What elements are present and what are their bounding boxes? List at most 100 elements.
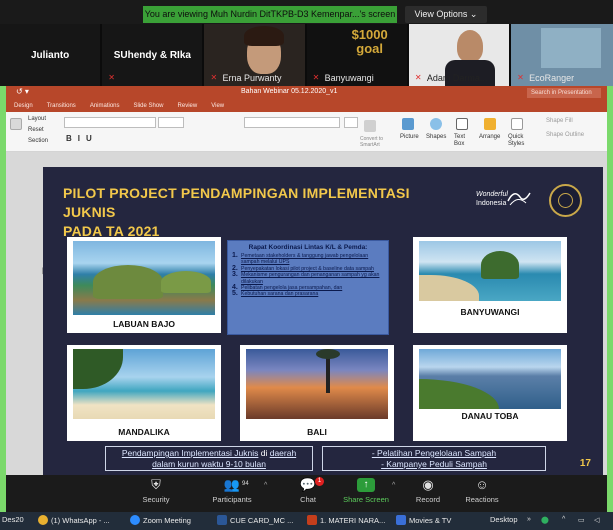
participant-name: SUhendy & RIka xyxy=(113,50,191,61)
smiley-icon: ☺ xyxy=(475,477,489,492)
shapes-icon[interactable] xyxy=(430,118,442,130)
photo-card-bali: BALI xyxy=(240,345,394,441)
tab-animations[interactable]: Animations xyxy=(90,100,120,112)
muted-mic-icon: ✕ xyxy=(210,73,218,82)
participant-hair xyxy=(244,26,285,46)
coordination-title: Rapat Koordinasi Lintas K/L & Pemda: xyxy=(248,244,368,251)
picture-button[interactable]: Picture xyxy=(400,134,419,140)
photo-card-labuan-bajo: LABUAN BAJO xyxy=(67,237,221,333)
network-icon[interactable]: ▭ xyxy=(578,516,585,524)
view-options-button[interactable]: View Options ⌄ xyxy=(405,6,487,23)
coordination-box: Rapat Koordinasi Lintas K/L & Pemda: 1. P… xyxy=(227,240,389,335)
slide[interactable]: PILOT PROJECT PENDAMPINGAN IMPLEMENTASI … xyxy=(43,167,603,475)
convert-smartart-button[interactable]: Convert to SmartArt xyxy=(360,136,396,148)
new-slide-icon[interactable] xyxy=(10,118,22,130)
chat-bubble-icon: 💬 xyxy=(299,477,317,492)
participants-caret-icon[interactable]: ^ xyxy=(264,482,267,489)
participants-button[interactable]: 👥 Participants xyxy=(202,477,262,505)
coordination-item: 3. Mekanisme pengurangan dan penanganan s… xyxy=(232,271,380,285)
text-direction-controls[interactable] xyxy=(344,117,358,128)
share-screen-button[interactable]: ↑ Share Screen xyxy=(336,478,396,504)
tab-transitions[interactable]: Transitions xyxy=(47,100,76,112)
labuan-bajo-photo xyxy=(73,241,215,315)
paragraph-controls[interactable] xyxy=(244,117,340,128)
coordination-item: 5. Kebutuhan sarana dan prasarana xyxy=(232,290,319,298)
desktop-toolbar[interactable]: Desktop xyxy=(490,515,518,524)
tab-view[interactable]: View xyxy=(211,100,224,112)
share-screen-icon: ↑ xyxy=(357,478,375,492)
participant-tile[interactable]: ✕ EcoRanger xyxy=(511,24,613,86)
font-size-select[interactable] xyxy=(158,117,184,128)
font-name-select[interactable] xyxy=(64,117,156,128)
tab-slide-show[interactable]: Slide Show xyxy=(134,100,164,112)
tray-app-icon[interactable]: ⬤ xyxy=(541,516,549,524)
section-button[interactable]: Section xyxy=(28,138,48,144)
word-icon xyxy=(217,515,227,525)
mandalika-photo xyxy=(73,349,215,419)
participant-gallery: Julianto SUhendy & RIka ✕ ✕ Erna Purwant… xyxy=(0,24,613,86)
bali-photo xyxy=(246,349,388,419)
chrome-icon xyxy=(38,515,48,525)
reset-button[interactable]: Reset xyxy=(28,127,44,133)
tab-design[interactable]: Design xyxy=(14,100,33,112)
participant-tile[interactable]: ✕ Adam Darma... xyxy=(408,24,512,86)
danau-toba-photo xyxy=(419,349,561,409)
photo-caption: BALI xyxy=(307,427,327,437)
chat-button[interactable]: 💬 Chat xyxy=(278,477,338,505)
picture-icon[interactable] xyxy=(402,118,414,130)
banyuwangi-photo xyxy=(419,241,561,301)
slide-page-number: 17 xyxy=(579,458,591,469)
font-format-icons[interactable]: BIU xyxy=(66,134,98,143)
arrange-button[interactable]: Arrange xyxy=(479,134,500,140)
ribbon: Layout Reset Section BIU Convert to Smar… xyxy=(6,112,607,152)
photo-card-mandalika: MANDALIKA xyxy=(67,345,221,441)
show-hidden-icons-icon[interactable]: ^ xyxy=(562,516,565,523)
participant-label: EcoRanger xyxy=(529,73,575,83)
mentoring-box: Pendampingan Implementasi Juknis di daer… xyxy=(105,446,313,471)
volume-icon[interactable]: ◁ xyxy=(594,516,599,524)
taskbar-item-word[interactable]: CUE CARD_MC ... xyxy=(217,515,293,525)
participant-tile[interactable]: $1000 goal ✕ Banyuwangi xyxy=(306,24,409,86)
layout-button[interactable]: Layout xyxy=(28,116,46,122)
chat-badge: 1 xyxy=(315,477,324,486)
taskbar-item-movies[interactable]: Movies & TV xyxy=(396,515,451,525)
share-caret-icon[interactable]: ^ xyxy=(392,482,395,489)
quick-styles-icon[interactable] xyxy=(511,118,523,130)
security-button[interactable]: ⛨ Security xyxy=(126,477,186,505)
quick-styles-button[interactable]: Quick Styles xyxy=(508,134,528,148)
zoom-icon xyxy=(130,515,140,525)
slide-title-line1: PILOT PROJECT PENDAMPINGAN IMPLEMENTASI … xyxy=(63,185,410,220)
taskbar-item-zoom[interactable]: Zoom Meeting xyxy=(130,515,191,525)
tab-review[interactable]: Review xyxy=(178,100,198,112)
participant-tile[interactable]: Julianto xyxy=(0,24,103,86)
smartart-icon[interactable] xyxy=(364,120,376,132)
search-input[interactable]: Search in Presentation xyxy=(527,88,601,98)
taskbar-fragment[interactable]: Des20 xyxy=(2,515,24,524)
photo-caption: BANYUWANGI xyxy=(460,307,520,317)
undo-icon[interactable]: ↺ ▾ xyxy=(16,87,29,96)
participant-label: Banyuwangi xyxy=(324,73,374,83)
participant-tile[interactable]: ✕ Erna Purwanty xyxy=(204,24,307,86)
text-box-icon[interactable] xyxy=(456,118,468,130)
taskbar-item-powerpoint[interactable]: 1. MATERI NARA... xyxy=(307,515,385,525)
text-box-button[interactable]: Text Box xyxy=(454,134,470,148)
wonderful-indonesia-logo: Wonderful Indonesia xyxy=(476,191,508,207)
shield-icon: ⛨ xyxy=(151,477,161,492)
viewing-banner: You are viewing Muh Nurdin DitTKPB-D3 Ke… xyxy=(143,6,397,23)
shapes-button[interactable]: Shapes xyxy=(426,134,446,140)
arrange-icon[interactable] xyxy=(484,118,496,130)
windows-taskbar: Des20 (1) WhatsApp - ... Zoom Meeting CU… xyxy=(0,512,613,530)
participants-icon: 👥 xyxy=(223,477,241,492)
shape-outline-button[interactable]: Shape Outline xyxy=(546,132,584,138)
taskbar-item-whatsapp[interactable]: (1) WhatsApp - ... xyxy=(38,515,110,525)
tray-chevron-icon[interactable]: » xyxy=(527,516,531,523)
reactions-button[interactable]: ☺ Reactions xyxy=(452,477,512,505)
participant-tile[interactable]: SUhendy & RIka ✕ xyxy=(102,24,205,86)
record-button[interactable]: ◉ Record xyxy=(398,478,458,505)
document-title: Bahan Webinar 05.12.2020_v1 xyxy=(241,88,338,95)
photo-caption: DANAU TOBA xyxy=(461,411,519,421)
shape-fill-button[interactable]: Shape Fill xyxy=(546,118,573,124)
participants-count: 94 xyxy=(242,481,249,487)
participant-video xyxy=(541,28,602,68)
muted-mic-icon: ✕ xyxy=(517,73,524,82)
